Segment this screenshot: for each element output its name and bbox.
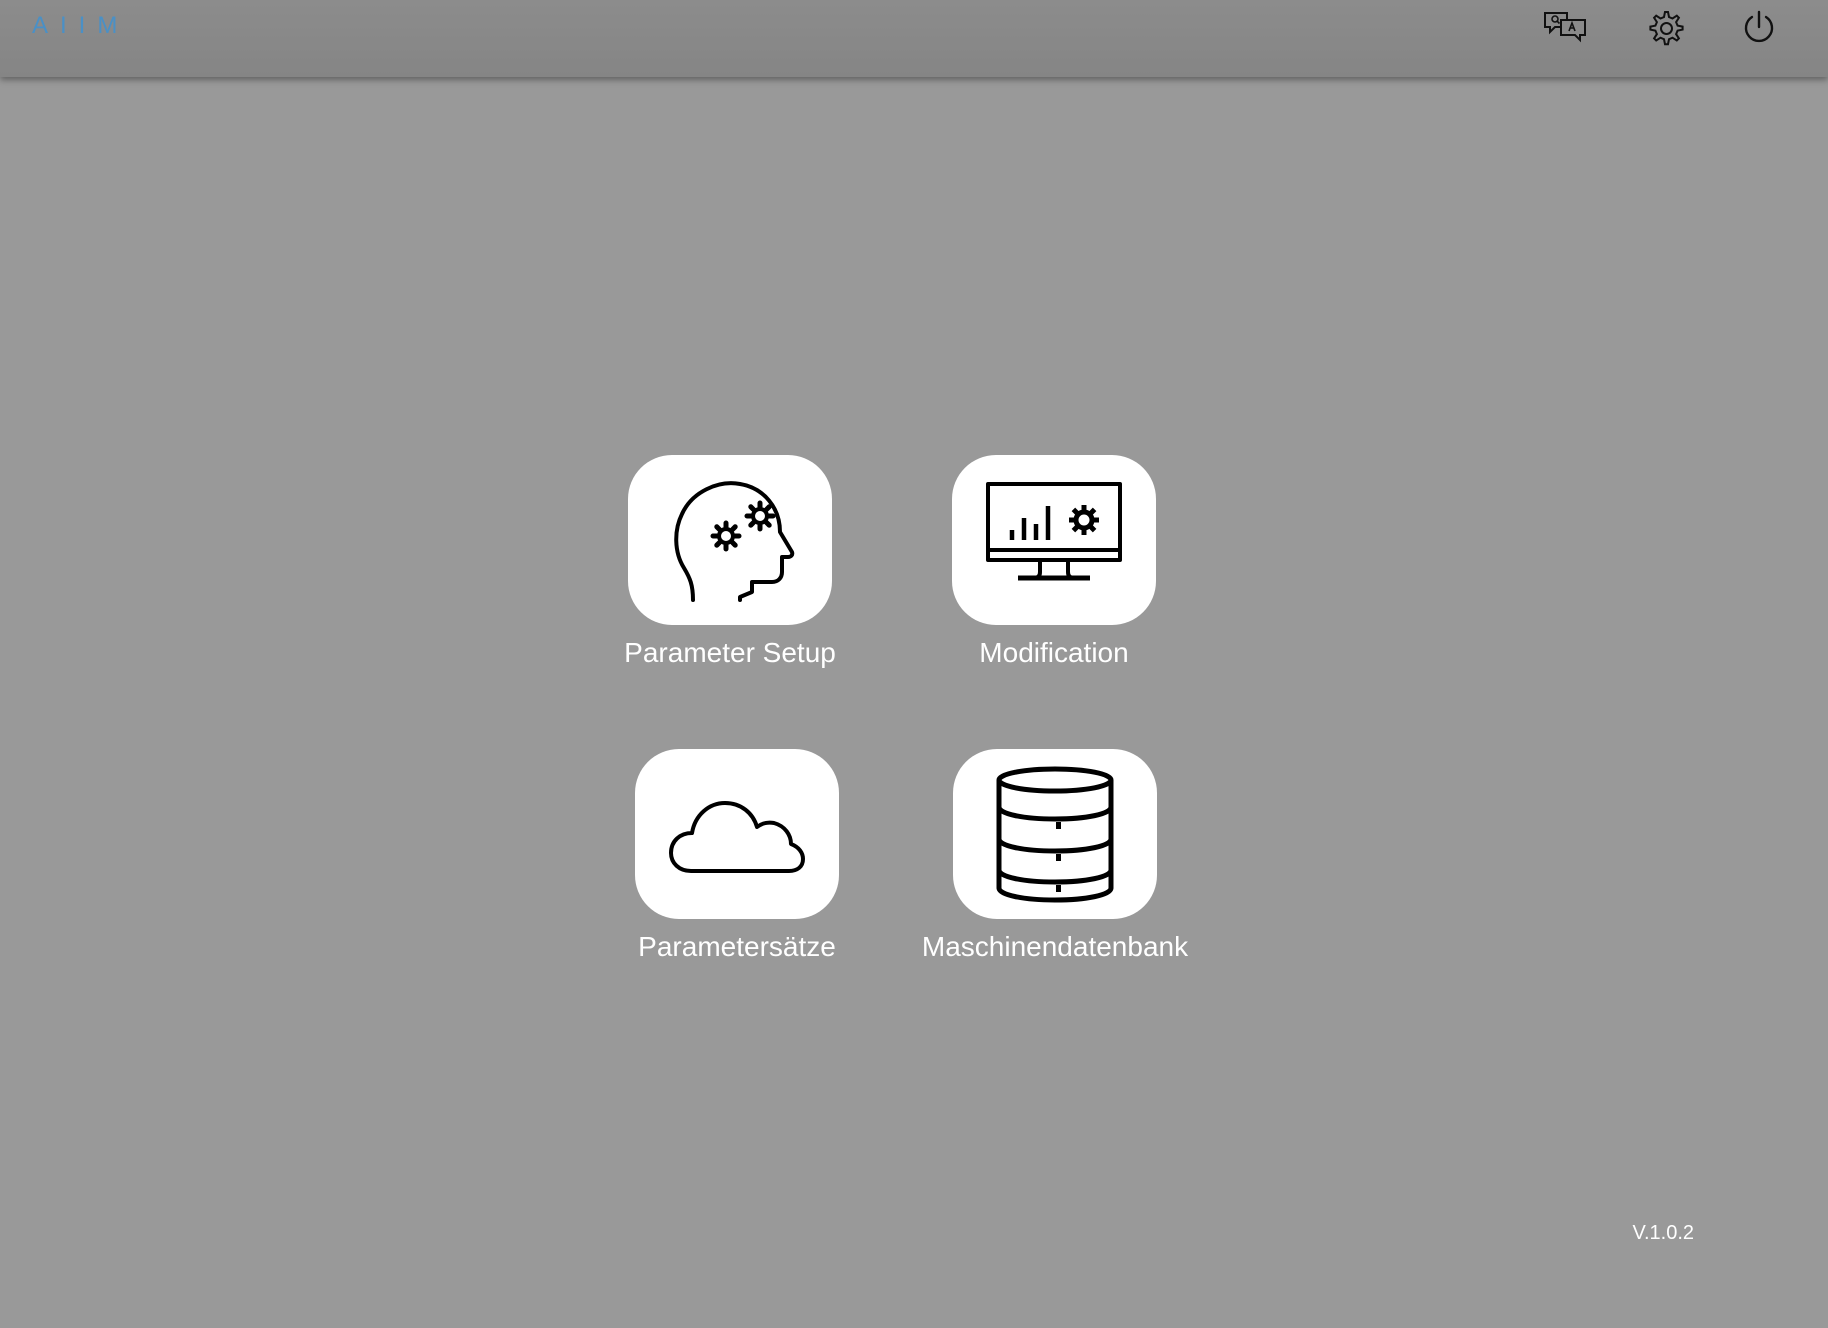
app-logo: AIIM — [32, 12, 130, 39]
parameter-setup-button[interactable] — [628, 455, 832, 625]
parameter-setup-label: Parameter Setup — [624, 637, 836, 668]
parametersaetze-label: Parametersätze — [638, 931, 836, 962]
translate-icon[interactable] — [1541, 4, 1589, 52]
head-gears-icon — [674, 481, 795, 602]
gear-icon[interactable] — [1641, 4, 1689, 52]
top-bar: AIIM — [0, 0, 1828, 77]
maschinendatenbank-label: Maschinendatenbank — [921, 931, 1189, 962]
parametersaetze-button[interactable] — [635, 749, 839, 919]
cloud-icon — [669, 801, 805, 873]
monitor-chart-icon — [986, 482, 1122, 581]
modification-button[interactable] — [952, 455, 1156, 625]
parameter-setup-tile[interactable]: Parameter Setup — [624, 455, 836, 669]
parametersaetze-tile[interactable]: Parametersätze — [633, 749, 841, 963]
maschinendatenbank-button[interactable] — [953, 749, 1157, 919]
modification-label: Modification — [979, 637, 1129, 668]
database-icon — [996, 766, 1114, 903]
version-label: V.1.0.2 — [1632, 1222, 1694, 1244]
modification-tile[interactable]: Modification — [950, 455, 1158, 669]
power-icon[interactable] — [1735, 4, 1783, 52]
maschinendatenbank-tile[interactable]: Maschinendatenbank — [918, 749, 1192, 963]
